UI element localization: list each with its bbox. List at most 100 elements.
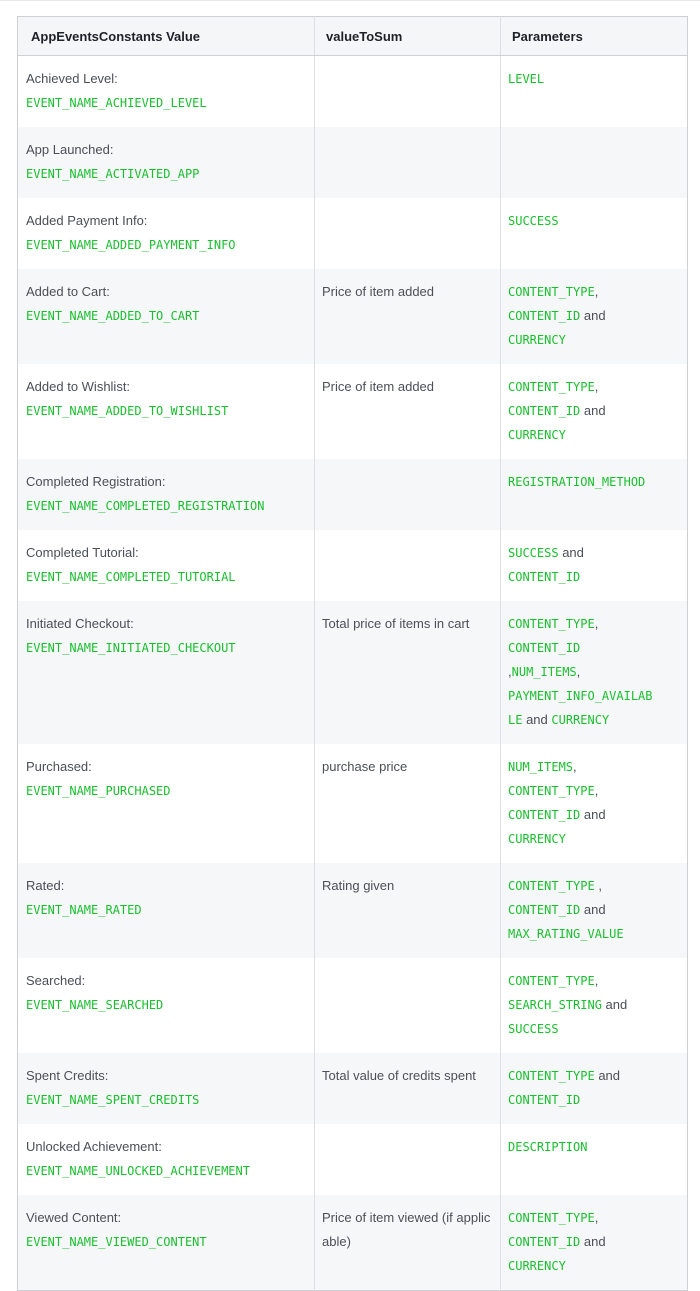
parameters-cell: CONTENT_TYPE, CONTENT_ID and CURRENCY: [500, 1195, 688, 1291]
event-label: Unlocked Achievement:: [26, 1139, 162, 1154]
parameter-text: ,: [594, 973, 599, 988]
event-cell: Unlocked Achievement: EVENT_NAME_UNLOCKED…: [18, 1124, 315, 1195]
table-row: Purchased: EVENT_NAME_PURCHASED purchase p…: [18, 744, 688, 863]
event-label: Added to Wishlist:: [26, 379, 131, 394]
event-cell: Purchased: EVENT_NAME_PURCHASED: [18, 744, 315, 863]
value-to-sum-cell: Price of item viewed (if applicable): [314, 1195, 501, 1291]
table-row: Added Payment Info: EVENT_NAME_ADDED_PAYM…: [18, 198, 688, 269]
parameter-constant: SUCCESS: [508, 1022, 559, 1036]
parameters-cell: CONTENT_TYPE, CONTENT_ID ,NUM_ITEMS, PAYMEN…: [500, 601, 688, 744]
value-to-sum-cell: Price of item added: [314, 269, 501, 364]
value-to-sum-cell: Total value of credits spent: [314, 1053, 501, 1124]
event-constant: EVENT_NAME_ACHIEVED_LEVEL: [26, 96, 207, 110]
parameter-text: and: [580, 1234, 606, 1249]
table-row: App Launched: EVENT_NAME_ACTIVATED_APP: [17, 127, 688, 198]
parameter-text: ,: [576, 664, 581, 679]
value-to-sum-cell: [314, 530, 501, 601]
value-to-sum-cell: [314, 459, 501, 530]
parameter-text: ,: [573, 759, 577, 774]
column-header-constant: AppEventsConstants Value: [17, 16, 315, 56]
event-label: Searched:: [26, 973, 86, 988]
column-header-value-to-sum: valueToSum: [314, 16, 501, 56]
event-cell: Achieved Level: EVENT_NAME_ACHIEVED_LEVEL: [18, 56, 315, 128]
parameter-constant: CURRENCY: [551, 713, 610, 727]
parameter-constant: CONTENT_ID: [508, 641, 581, 655]
event-constant: EVENT_NAME_VIEWED_CONTENT: [26, 1235, 207, 1249]
parameter-text: ,: [594, 878, 602, 893]
parameter-constant: CONTENT_ID: [508, 309, 581, 323]
value-to-sum-cell: [314, 198, 501, 269]
parameter-constant: CONTENT_TYPE: [508, 974, 595, 988]
parameter-constant: DESCRIPTION: [508, 1140, 588, 1154]
parameter-constant: LEVEL: [508, 72, 545, 86]
event-label: Completed Registration:: [26, 474, 166, 489]
parameters-cell: REGISTRATION_METHOD: [500, 459, 688, 530]
event-label: Purchased:: [26, 759, 92, 774]
parameter-constant: CONTENT_TYPE: [508, 1211, 595, 1225]
parameter-constant: CONTENT_TYPE: [508, 784, 595, 798]
parameters-cell: CONTENT_TYPE, SEARCH_STRING and SUCCESS: [500, 958, 688, 1053]
parameter-text: and: [580, 403, 606, 418]
event-label: Rated:: [26, 878, 65, 893]
parameter-constant: CONTENT_TYPE: [508, 879, 595, 893]
parameter-text: ,: [594, 379, 599, 394]
parameter-text: and: [594, 1068, 621, 1083]
parameter-constant: CURRENCY: [508, 832, 566, 846]
parameter-constant: CONTENT_ID: [508, 404, 581, 418]
parameter-constant: SUCCESS: [508, 214, 559, 228]
parameters-cell: SUCCESS: [500, 198, 688, 269]
event-constant: EVENT_NAME_SEARCHED: [26, 998, 164, 1012]
event-constant: EVENT_NAME_INITIATED_CHECKOUT: [26, 641, 236, 655]
event-label: Added Payment Info:: [26, 213, 148, 228]
parameter-constant: CONTENT_ID: [508, 903, 581, 917]
parameter-constant: CONTENT_TYPE: [508, 1069, 595, 1083]
value-to-sum-cell: [314, 127, 501, 198]
event-label: Added to Cart:: [26, 284, 110, 299]
parameters-cell: SUCCESS and CONTENT_ID: [500, 530, 688, 601]
parameter-constant: CONTENT_ID: [508, 1235, 581, 1249]
parameter-text: and: [580, 902, 606, 917]
parameters-cell: [500, 127, 688, 198]
parameter-text: and: [522, 712, 552, 727]
event-cell: Completed Registration: EVENT_NAME_COMPLE…: [17, 459, 315, 530]
event-constant: EVENT_NAME_COMPLETED_REGISTRATION: [26, 499, 265, 513]
value-to-sum-cell: Total price of items in cart: [314, 601, 501, 744]
parameter-constant: CONTENT_TYPE: [508, 380, 595, 394]
parameters-cell: NUM_ITEMS, CONTENT_TYPE, CONTENT_ID and CUR…: [500, 744, 688, 863]
parameter-text: and: [580, 308, 606, 323]
table-row: Added to Wishlist: EVENT_NAME_ADDED_TO_WI…: [18, 364, 688, 459]
value-to-sum-cell: [314, 55, 501, 127]
parameter-constant: NUM_ITEMS: [508, 760, 574, 774]
parameter-constant: CONTENT_ID: [508, 570, 581, 584]
event-constant: EVENT_NAME_PURCHASED: [26, 784, 171, 798]
value-to-sum-cell: purchase price: [314, 744, 501, 863]
parameter-constant: CURRENCY: [508, 1259, 566, 1273]
event-constant: EVENT_NAME_ADDED_PAYMENT_INFO: [26, 238, 236, 252]
event-constant: EVENT_NAME_ACTIVATED_APP: [26, 167, 200, 181]
parameter-constant: PAYMENT_INFO_AVAILAB: [508, 689, 653, 703]
parameter-text: and: [601, 997, 628, 1012]
parameter-constant: CURRENCY: [508, 428, 566, 442]
value-to-sum-cell: Rating given: [314, 863, 501, 958]
parameter-constant: CONTENT_TYPE: [508, 285, 595, 299]
event-cell: Added Payment Info: EVENT_NAME_ADDED_PAYM…: [18, 198, 315, 269]
parameter-constant: CONTENT_TYPE: [508, 617, 595, 631]
parameter-constant: SEARCH_STRING: [508, 998, 602, 1012]
event-label: Spent Credits:: [26, 1068, 109, 1083]
event-constant: EVENT_NAME_ADDED_TO_WISHLIST: [26, 404, 229, 418]
parameter-text: ,: [594, 284, 599, 299]
table-row: Rated: EVENT_NAME_RATED Rating given CONTEN…: [17, 863, 688, 958]
table-row: Searched: EVENT_NAME_SEARCHED CONTENT_TYPE…: [18, 958, 688, 1053]
parameter-constant: REGISTRATION_METHOD: [508, 475, 646, 489]
event-cell: App Launched: EVENT_NAME_ACTIVATED_APP: [17, 127, 315, 198]
event-constant: EVENT_NAME_ADDED_TO_CART: [26, 309, 200, 323]
column-header-parameters: Parameters: [500, 16, 688, 56]
event-label: App Launched:: [26, 142, 114, 157]
value-to-sum-cell: Price of item added: [314, 364, 501, 459]
event-constant: EVENT_NAME_SPENT_CREDITS: [26, 1093, 200, 1107]
value-to-sum-cell: [314, 1124, 501, 1195]
parameter-constant: CONTENT_ID: [508, 1093, 581, 1107]
event-constant: EVENT_NAME_COMPLETED_TUTORIAL: [26, 570, 236, 584]
table-row: Viewed Content: EVENT_NAME_VIEWED_CONTENT…: [17, 1195, 688, 1291]
app-events-table: AppEventsConstants Value valueToSum Para…: [17, 16, 688, 1291]
